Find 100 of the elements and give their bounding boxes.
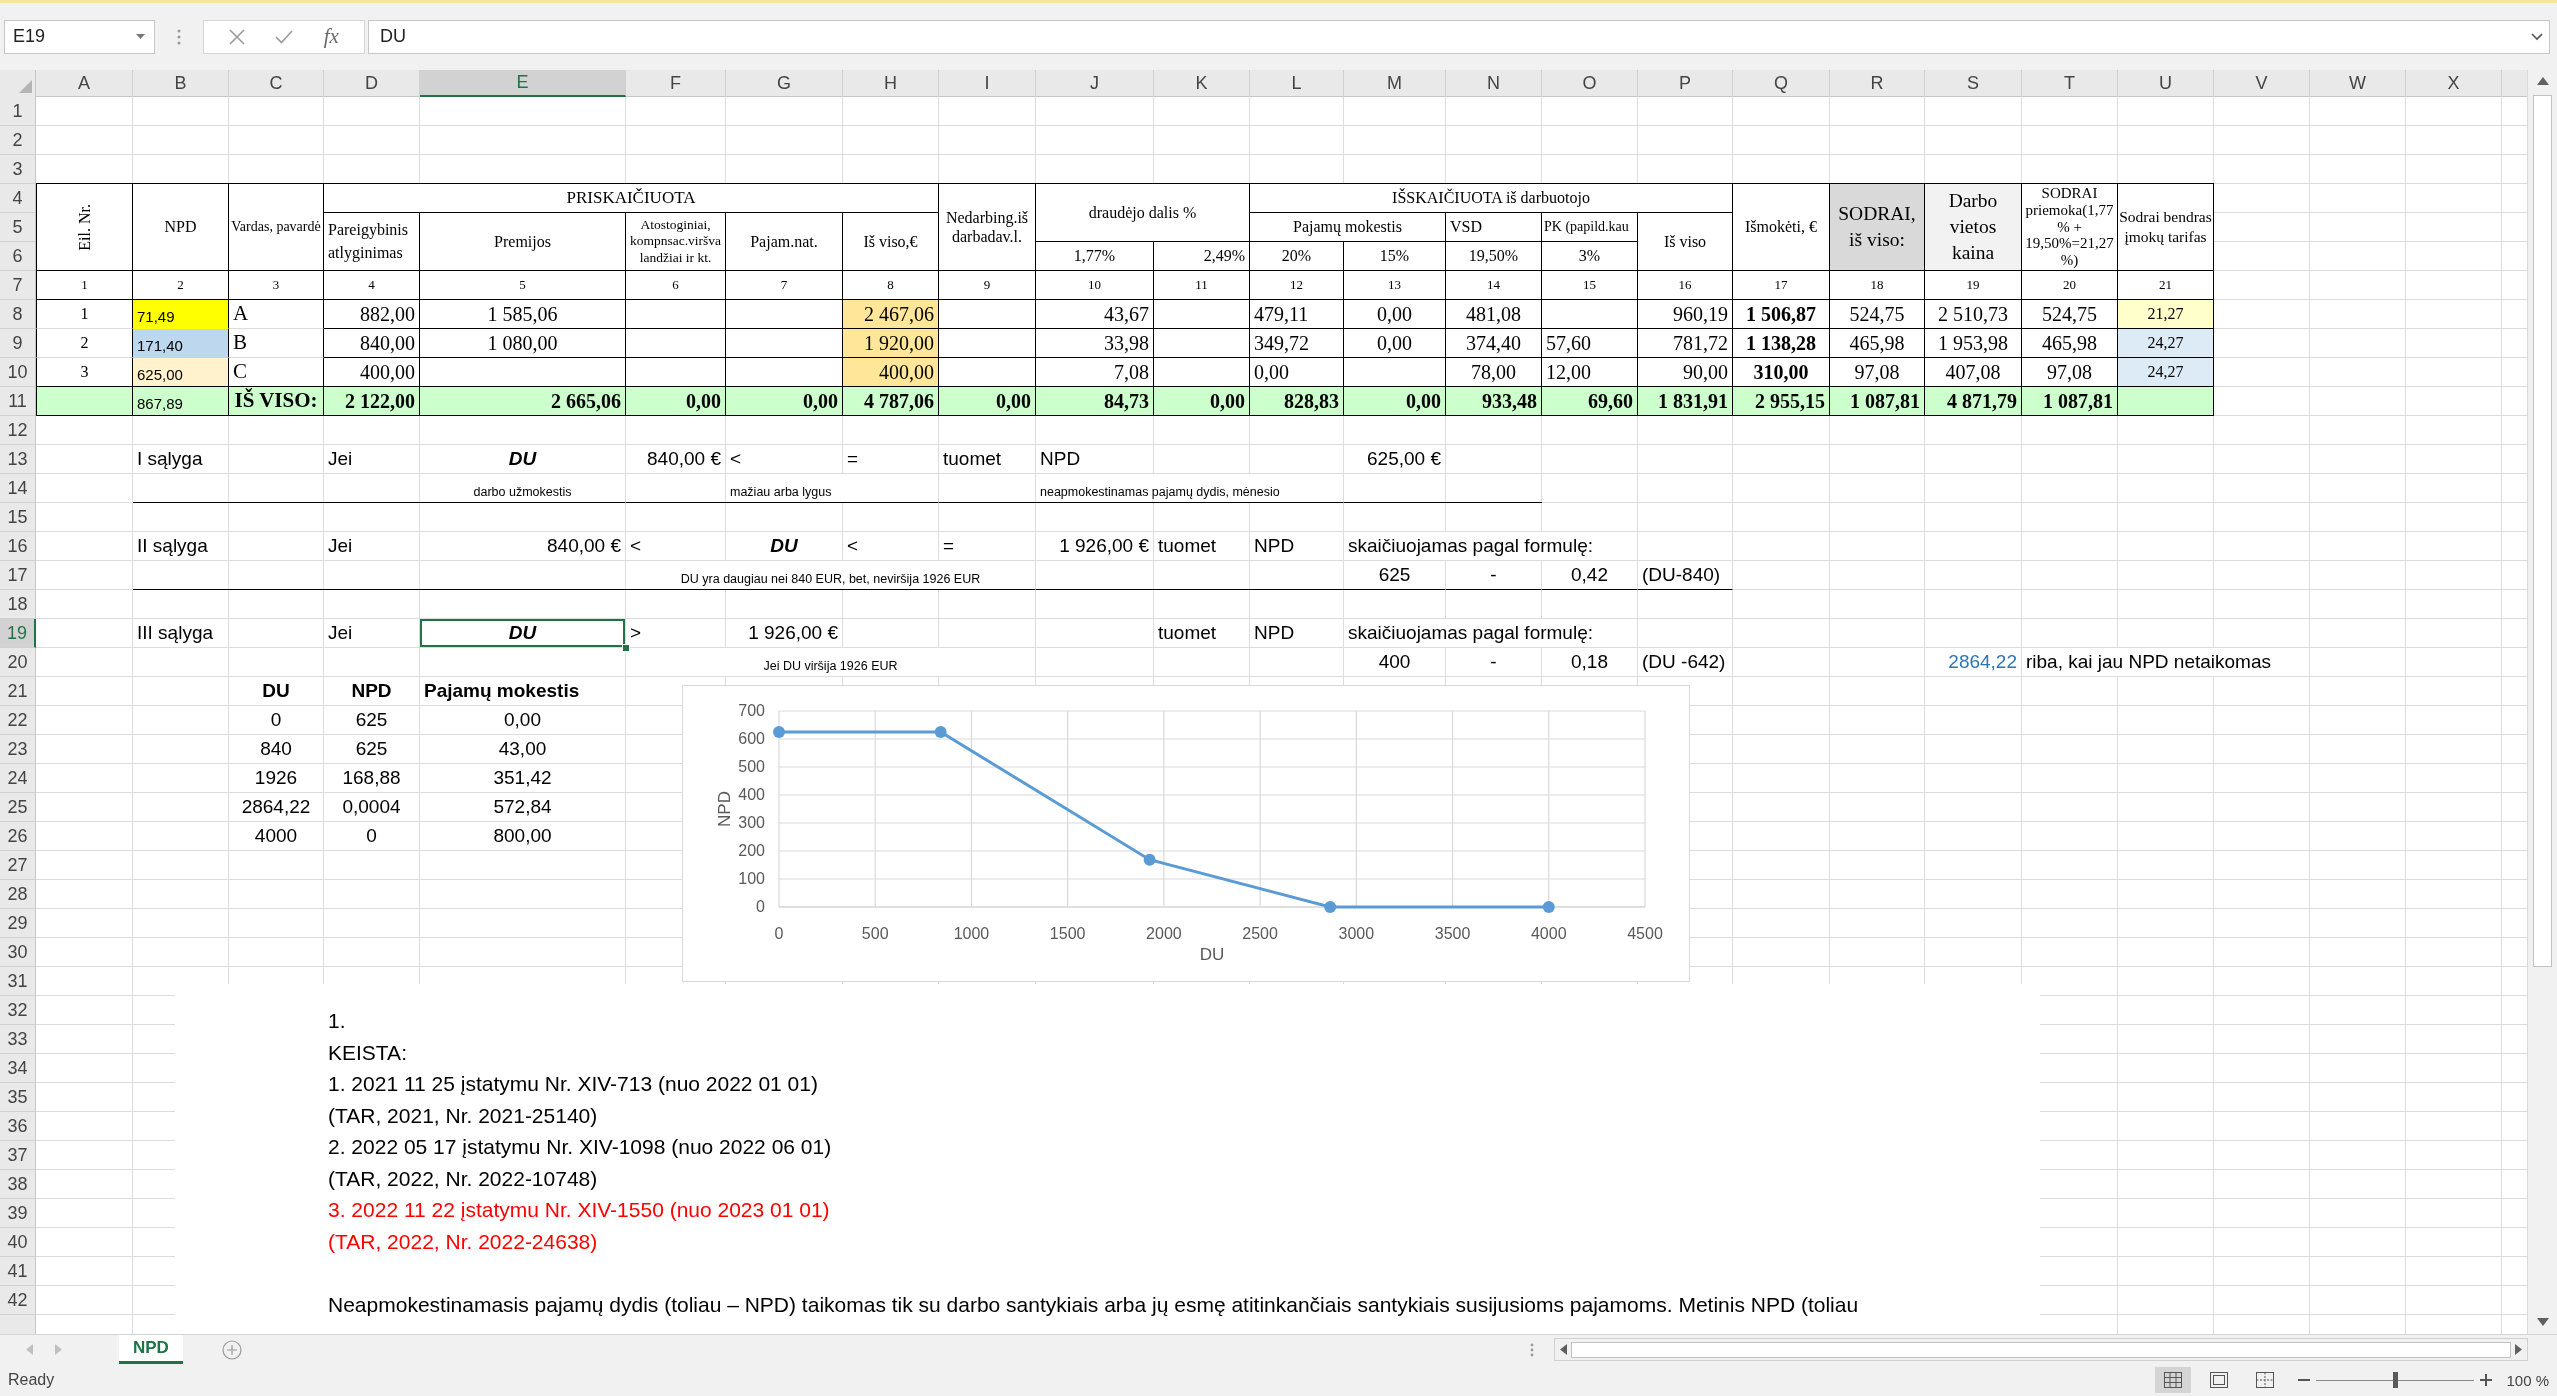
total-cell: 4 871,79 bbox=[1925, 387, 2022, 416]
table-cell: 1 bbox=[36, 300, 133, 329]
table-cell: 0,00 bbox=[1250, 358, 1344, 387]
total-cell: 4 787,06 bbox=[843, 387, 939, 416]
vertical-dots-icon bbox=[177, 28, 181, 45]
column-number: 2 bbox=[133, 271, 229, 300]
table-cell: 90,00 bbox=[1638, 358, 1733, 387]
column-heading: SODRAI, iš viso: bbox=[1830, 184, 1925, 271]
table-cell: 960,19 bbox=[1638, 300, 1733, 329]
column-heading: Premijos bbox=[420, 213, 626, 271]
formula-input[interactable]: DU bbox=[368, 19, 2550, 54]
column-heading: Pajamų mokestis bbox=[1250, 213, 1446, 242]
axis-tick-label: 300 bbox=[738, 814, 765, 831]
axis-tick-label: 1000 bbox=[953, 925, 990, 942]
column-heading: 2,49% bbox=[1154, 242, 1250, 271]
table-cell: 1 953,98 bbox=[1925, 329, 2022, 358]
column-heading: IŠSKAIČIUOTA iš darbuotojo bbox=[1250, 184, 1733, 213]
total-cell: 84,73 bbox=[1036, 387, 1154, 416]
data-point bbox=[1542, 901, 1555, 913]
scrollbar-thumb[interactable] bbox=[1571, 1341, 2511, 1358]
total-label: IŠ VISO: bbox=[229, 387, 324, 416]
total-cell: 0,00 bbox=[1344, 387, 1446, 416]
close-icon[interactable] bbox=[229, 28, 246, 45]
axis-tick-label: 0 bbox=[756, 898, 765, 915]
column-heading: Darbo vietos kaina bbox=[1925, 184, 2022, 271]
table-cell: 407,08 bbox=[1925, 358, 2022, 387]
column-number: 5 bbox=[420, 271, 626, 300]
column-number: 17 bbox=[1733, 271, 1830, 300]
column-number: 3 bbox=[229, 271, 324, 300]
column-heading: Eil. Nr. bbox=[74, 203, 94, 251]
total-cell: 1 087,81 bbox=[1830, 387, 1925, 416]
axis-tick-label: 3500 bbox=[1434, 925, 1471, 942]
column-heading: 3% bbox=[1542, 242, 1638, 271]
table-cell: 1 585,06 bbox=[420, 300, 626, 329]
page-break-icon bbox=[2256, 1372, 2275, 1388]
scroll-left-icon[interactable] bbox=[1560, 1344, 1567, 1355]
page-layout-icon bbox=[2210, 1372, 2229, 1388]
total-cell: 933,48 bbox=[1446, 387, 1542, 416]
vertical-scrollbar[interactable] bbox=[2527, 70, 2557, 1334]
note-paragraph: Neapmokestinamasis pajamų dydis (toliau – NPD) taikomas tik su darbo santykiais arba jų esmę atitinkančiais santykiais susijusioms pajamoms. Metinis NPD (toliau bbox=[328, 1291, 1859, 1318]
sheet-tab[interactable]: NPD bbox=[119, 1335, 183, 1364]
check-icon[interactable] bbox=[275, 29, 294, 44]
table-cell: 33,98 bbox=[1036, 329, 1154, 358]
column-number: 8 bbox=[843, 271, 939, 300]
column-heading: Nedarbing.iš darbadav.l. bbox=[939, 184, 1036, 271]
zoom-in-icon[interactable] bbox=[2480, 1374, 2493, 1386]
horizontal-scrollbar[interactable] bbox=[1554, 1338, 2528, 1361]
axis-tick-label: 4500 bbox=[1627, 925, 1663, 942]
table-cell: 781,72 bbox=[1638, 329, 1733, 358]
table-cell: 625,00 bbox=[133, 358, 229, 387]
column-heading: Pajam.nat. bbox=[726, 213, 843, 271]
column-number: 9 bbox=[939, 271, 1036, 300]
column-heading: VSD bbox=[1446, 213, 1542, 242]
scroll-down-icon[interactable] bbox=[2536, 1318, 2549, 1326]
column-heading: NPD bbox=[133, 184, 229, 271]
row-header[interactable]: 19 bbox=[0, 619, 36, 648]
column-number: 19 bbox=[1925, 271, 2022, 300]
data-point bbox=[773, 726, 785, 738]
view-button[interactable] bbox=[2155, 1367, 2192, 1393]
total-cell: 2 665,06 bbox=[420, 387, 626, 416]
name-box[interactable]: E19 bbox=[4, 19, 155, 54]
zoom-level[interactable]: 100 % bbox=[2506, 1371, 2549, 1389]
column-heading: Sodrai bendras įmokų tarifas bbox=[2118, 184, 2214, 271]
column-number: 12 bbox=[1250, 271, 1344, 300]
column-number: 21 bbox=[2118, 271, 2214, 300]
note-line: 3. 2022 11 22 įstatymu Nr. XIV-1550 (nuo 2023 01 01) bbox=[328, 1197, 830, 1223]
table-cell: 374,40 bbox=[1446, 329, 1542, 358]
table-cell: 78,00 bbox=[1446, 358, 1542, 387]
column-heading: Išmokėti, € bbox=[1733, 184, 1830, 271]
note-line: KEISTA: bbox=[328, 1039, 407, 1066]
total-cell: 2 122,00 bbox=[324, 387, 420, 416]
table-cell: 7,08 bbox=[1036, 358, 1154, 387]
chevron-down-icon[interactable] bbox=[2531, 32, 2543, 41]
total-cell: 0,00 bbox=[1154, 387, 1250, 416]
table-cell: 171,40 bbox=[133, 329, 229, 358]
insert-function-button[interactable]: fx bbox=[323, 24, 339, 49]
axis-tick-label: 500 bbox=[738, 758, 765, 775]
scroll-up-icon[interactable] bbox=[2536, 77, 2549, 85]
status-text: Ready bbox=[8, 1371, 55, 1389]
zoom-slider-thumb[interactable] bbox=[2393, 1372, 2399, 1388]
scroll-right-icon[interactable] bbox=[2515, 1344, 2522, 1355]
scrollbar-thumb[interactable] bbox=[2533, 95, 2552, 967]
note-line: (TAR, 2022, Nr. 2022-24638) bbox=[328, 1228, 598, 1255]
column-number: 20 bbox=[2022, 271, 2118, 300]
column-header[interactable]: E bbox=[420, 70, 626, 97]
axis-tick-label: 700 bbox=[738, 702, 765, 719]
axis-title: NPD bbox=[715, 791, 734, 827]
column-number: 13 bbox=[1344, 271, 1446, 300]
axis-tick-label: 2000 bbox=[1146, 925, 1182, 942]
table-cell: 840,00 bbox=[324, 329, 420, 358]
fill-handle-icon[interactable] bbox=[622, 644, 630, 652]
column-heading: Iš viso bbox=[1638, 213, 1733, 271]
column-number: 7 bbox=[726, 271, 843, 300]
note-line: 1. bbox=[328, 1008, 346, 1034]
table-cell: 465,98 bbox=[2022, 329, 2118, 358]
total-cell: 0,00 bbox=[939, 387, 1036, 416]
column-number: 16 bbox=[1638, 271, 1733, 300]
total-cell: 828,83 bbox=[1250, 387, 1344, 416]
total-cell: 867,89 bbox=[133, 387, 229, 416]
table-cell: 71,49 bbox=[133, 300, 229, 329]
